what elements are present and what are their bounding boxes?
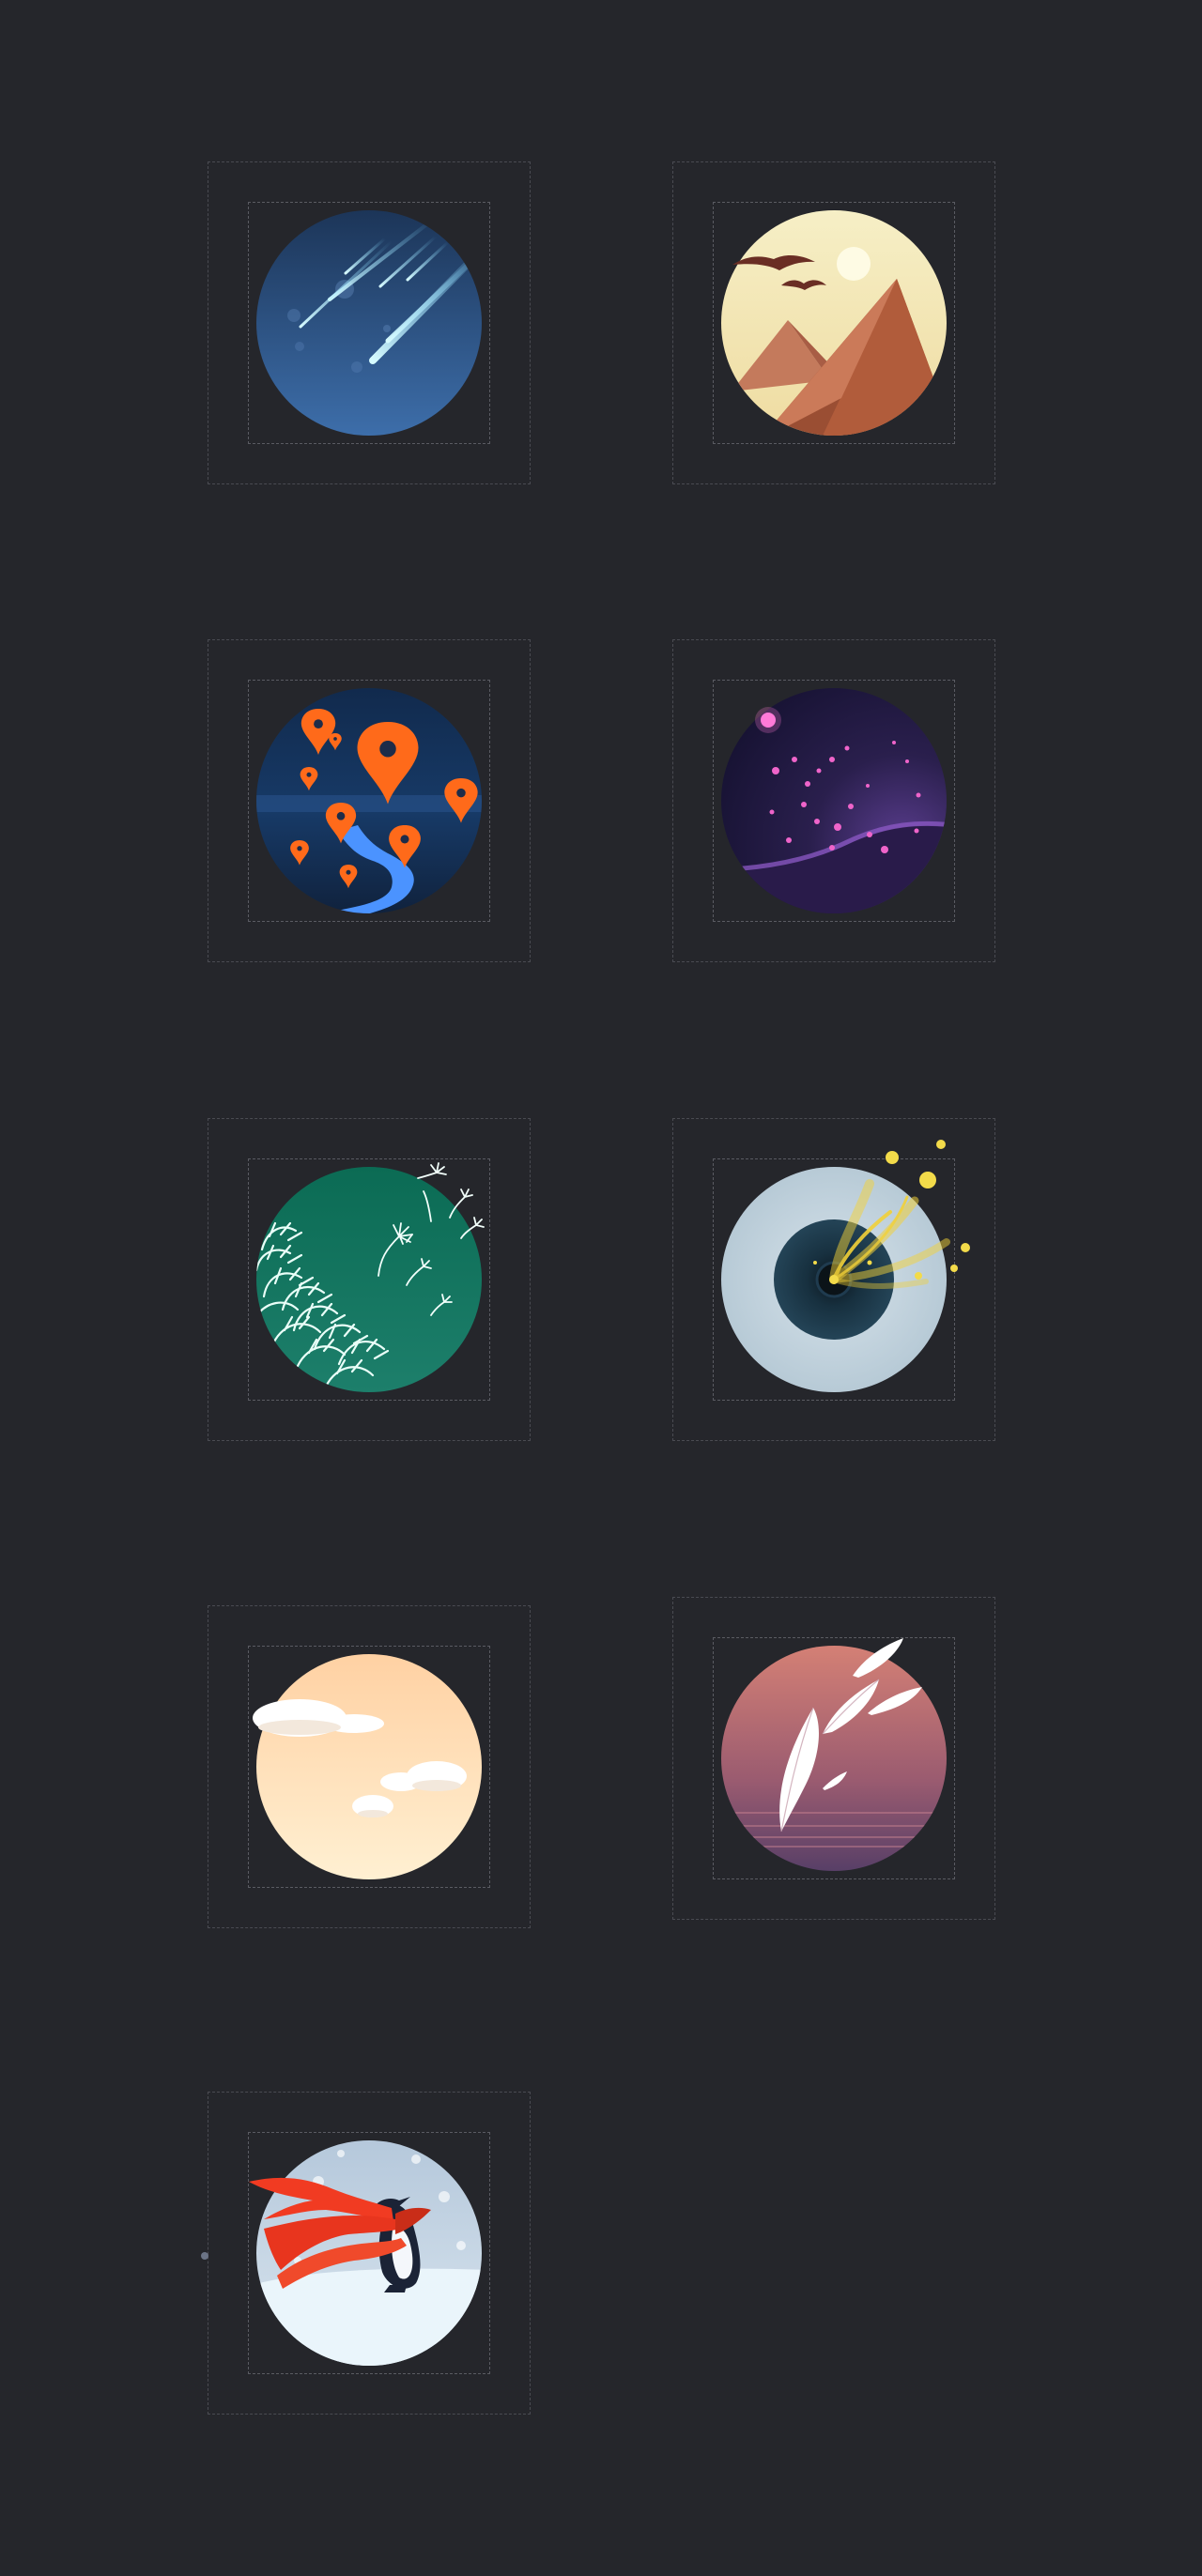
stray-dot <box>201 2252 208 2260</box>
pyramid-sunset-icon <box>721 210 947 436</box>
dandelion-icon <box>256 1162 485 1392</box>
icon-card-dandelion-wind[interactable] <box>208 1118 531 1441</box>
feather-icon <box>721 1638 947 1871</box>
icon-card-penguin-scarf[interactable] <box>208 2092 531 2415</box>
icon-card-purple-galaxy[interactable] <box>672 639 995 962</box>
icon-card-black-hole[interactable] <box>672 1118 995 1441</box>
meteor-shower-icon <box>256 210 482 436</box>
icon-card-map-pins-river[interactable] <box>208 639 531 962</box>
clouds-icon <box>253 1654 482 1879</box>
black-hole-icon <box>721 1140 970 1392</box>
map-pins-icon <box>256 688 482 913</box>
icon-card-falling-feathers[interactable] <box>672 1597 995 1920</box>
galaxy-icon <box>721 688 947 913</box>
icon-card-meteor-shower[interactable] <box>208 161 531 484</box>
icon-card-desert-pyramids[interactable] <box>672 161 995 484</box>
icon-card-peach-clouds[interactable] <box>208 1605 531 1928</box>
penguin-icon <box>249 2140 482 2366</box>
